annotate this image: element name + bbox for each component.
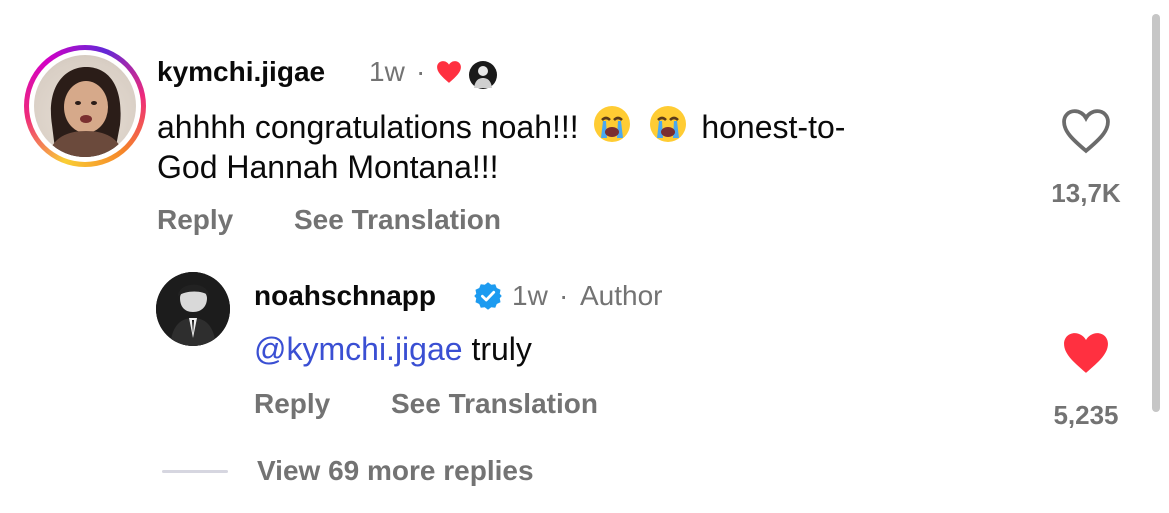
reply-button[interactable]: Reply [157, 204, 233, 236]
see-translation-button[interactable]: See Translation [294, 204, 501, 236]
scrollbar[interactable] [1152, 14, 1160, 412]
unlike-button[interactable] [1060, 330, 1112, 381]
see-translation-button[interactable]: See Translation [391, 388, 598, 420]
avatar-kymchi[interactable] [34, 55, 136, 157]
separator-dot: · [416, 56, 426, 87]
comment-text-line2: God Hannah Montana!!! [157, 149, 499, 185]
separator-dot: · [559, 280, 569, 311]
reply-time: 1w [512, 280, 548, 311]
reply-like-count: 5,235 [1053, 400, 1119, 430]
avatar-noahschnapp[interactable] [156, 272, 230, 346]
reply-button[interactable]: Reply [254, 388, 330, 420]
story-ring[interactable] [24, 45, 146, 167]
view-more-replies-button[interactable]: View 69 more replies [257, 455, 534, 487]
author-mini-avatar [468, 60, 498, 95]
comment-text-continued: honest-to- [701, 109, 846, 145]
reply-text-body: truly [471, 331, 532, 367]
creator-heart-icon [436, 60, 462, 89]
like-count: 13,7K [1051, 178, 1121, 208]
crying-face-emoji-icon [592, 104, 632, 154]
heart-filled-icon [1064, 333, 1108, 373]
comment-time: 1w [369, 56, 405, 87]
verified-badge-icon [473, 281, 503, 316]
author-label: Author [580, 280, 663, 311]
reply-username[interactable]: noahschnapp [254, 280, 436, 312]
like-button[interactable] [1060, 108, 1112, 159]
crying-face-emoji-icon [648, 104, 688, 154]
replies-divider [162, 470, 228, 473]
heart-outline-icon [1062, 109, 1110, 154]
comment-text: ahhhh congratulations noah!!! [157, 109, 579, 145]
comment-username[interactable]: kymchi.jigae [157, 56, 325, 88]
comment-thread: kymchi.jigae 1w · ahhhh congratulations … [0, 0, 1169, 513]
mention-link[interactable]: @kymchi.jigae [254, 331, 463, 367]
reply-text: @kymchi.jigae truly [254, 328, 532, 370]
